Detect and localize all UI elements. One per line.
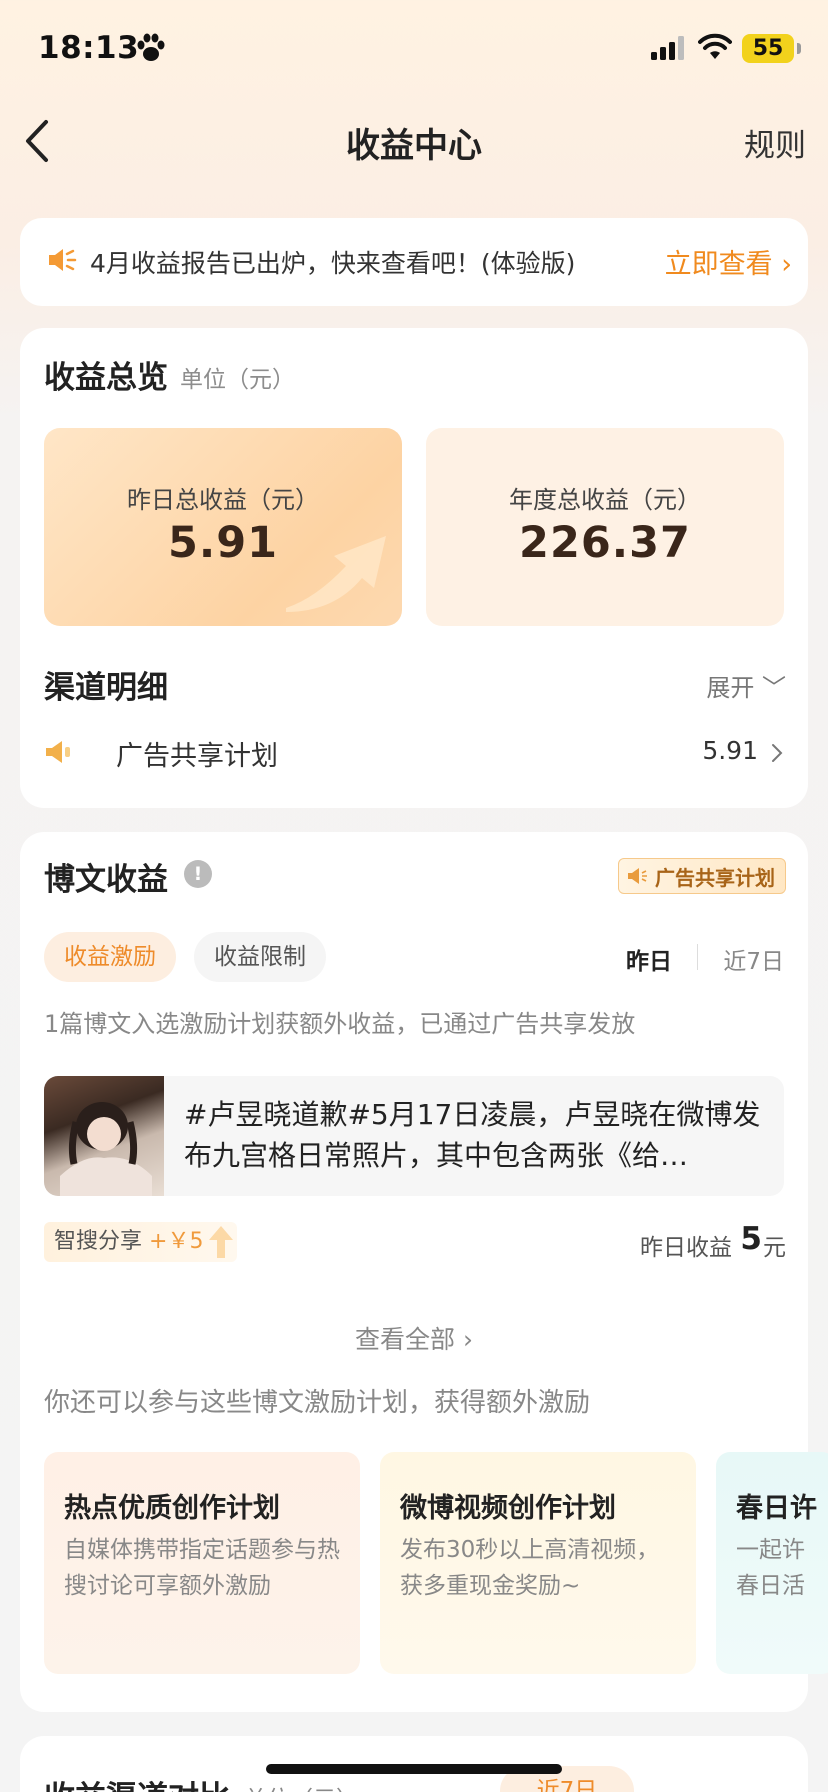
channel-row-ad-share[interactable]: 广告共享计划 5.91 [44, 728, 786, 778]
info-icon[interactable]: ! [184, 860, 212, 888]
channel-label: 广告共享计划 [116, 741, 278, 772]
tab-restriction[interactable]: 收益限制 [194, 932, 326, 982]
chevron-right-icon [772, 744, 783, 762]
battery-indicator: 55 [742, 34, 794, 63]
overview-unit: 单位（元） [180, 367, 295, 393]
speaker-icon [49, 249, 77, 271]
expand-toggle[interactable]: 展开 ﹀ [706, 668, 786, 703]
megaphone-icon [628, 868, 647, 884]
compare-title: 收益渠道对比 [44, 1772, 230, 1792]
range-divider [697, 944, 698, 970]
earnings-overview-card: 收益总览 单位（元） 昨日总收益（元） 5.91 年度总收益（元） 226.37… [20, 328, 808, 808]
plan-card-video[interactable]: 微博视频创作计划 发布30秒以上高清视频，获多重现金奖励~ [380, 1452, 696, 1674]
channel-value: 5.91 [702, 736, 758, 765]
ad-badge-label: 广告共享计划 [655, 865, 775, 890]
yearly-earnings-value: 226.37 [519, 518, 691, 568]
signal-icon [651, 36, 684, 60]
yearly-earnings-label: 年度总收益（元） [509, 486, 701, 514]
home-indicator[interactable] [266, 1764, 562, 1774]
plan-description: 一起许 春日活 [736, 1537, 805, 1599]
plan-title: 热点优质创作计划 [64, 1493, 280, 1524]
compare-unit: 单位（元） [244, 1780, 359, 1792]
status-bar: 18:13 55 [0, 0, 828, 100]
yearly-earnings-box[interactable]: 年度总收益（元） 226.37 [426, 428, 784, 626]
megaphone-icon [46, 741, 70, 763]
post-yesterday-earning-unit: 元 [763, 1235, 786, 1261]
smart-search-share-tag: 智搜分享 +￥5 [44, 1222, 238, 1262]
plan-card-spring[interactable]: 春日许 一起许 春日活 [716, 1452, 828, 1674]
smart-tag-amount: +￥5 [149, 1229, 204, 1254]
post-earnings-title: 博文收益 [44, 862, 168, 898]
post-text: #卢昱晓道歉#5月17日凌晨，卢昱晓在微博发布九宫格日常照片，其中包含两张《给… [184, 1098, 761, 1172]
post-earnings-card: 博文收益 ! 广告共享计划 收益激励 收益限制 昨日 近7日 1篇博文入选激励计… [20, 832, 828, 1712]
report-notice-banner[interactable]: 4月收益报告已出炉，快来查看吧！(体验版) 立即查看 › [20, 218, 808, 306]
notice-text: 4月收益报告已出炉，快来查看吧！(体验版) [90, 249, 576, 278]
view-report-link[interactable]: 立即查看 › [665, 242, 792, 281]
yesterday-earnings-value: 5.91 [167, 518, 279, 568]
page-title: 收益中心 [346, 126, 482, 166]
view-all-link[interactable]: 查看全部 › [20, 1320, 808, 1356]
range-7-days[interactable]: 近7日 [723, 942, 784, 976]
status-time: 18:13 [38, 30, 140, 66]
plan-description: 自媒体携带指定话题参与热搜讨论可享额外激励 [64, 1537, 340, 1599]
post-yesterday-earning-label: 昨日收益 [640, 1235, 732, 1261]
smart-tag-label: 智搜分享 [54, 1229, 143, 1254]
yesterday-earnings-label: 昨日总收益（元） [127, 486, 319, 514]
post-yesterday-earning-value: 5 [740, 1221, 762, 1257]
rules-link[interactable]: 规则 [744, 120, 806, 165]
plan-title: 微博视频创作计划 [400, 1493, 616, 1524]
plan-card-hot-topic[interactable]: 热点优质创作计划 自媒体携带指定话题参与热搜讨论可享额外激励 [44, 1452, 360, 1674]
post-item[interactable]: #卢昱晓道歉#5月17日凌晨，卢昱晓在微博发布九宫格日常照片，其中包含两张《给… [44, 1076, 784, 1196]
wifi-icon [698, 33, 732, 59]
plan-description: 发布30秒以上高清视频，获多重现金奖励~ [400, 1537, 660, 1599]
yesterday-earnings-box[interactable]: 昨日总收益（元） 5.91 [44, 428, 402, 626]
plan-title: 春日许 [736, 1493, 817, 1524]
overview-title: 收益总览 [44, 360, 168, 396]
post-thumbnail [44, 1076, 164, 1196]
paw-icon [137, 33, 165, 61]
tab-incentive[interactable]: 收益激励 [44, 932, 176, 982]
plans-intro: 你还可以参与这些博文激励计划，获得额外激励 [44, 1388, 591, 1418]
battery-tip [797, 43, 801, 54]
range-yesterday[interactable]: 昨日 [626, 942, 672, 976]
channel-detail-title: 渠道明细 [44, 670, 168, 706]
arrow-up-icon [209, 1226, 234, 1258]
ad-share-plan-badge[interactable]: 广告共享计划 [618, 858, 786, 894]
incentive-description: 1篇博文入选激励计划获额外收益，已通过广告共享发放 [44, 1010, 636, 1038]
